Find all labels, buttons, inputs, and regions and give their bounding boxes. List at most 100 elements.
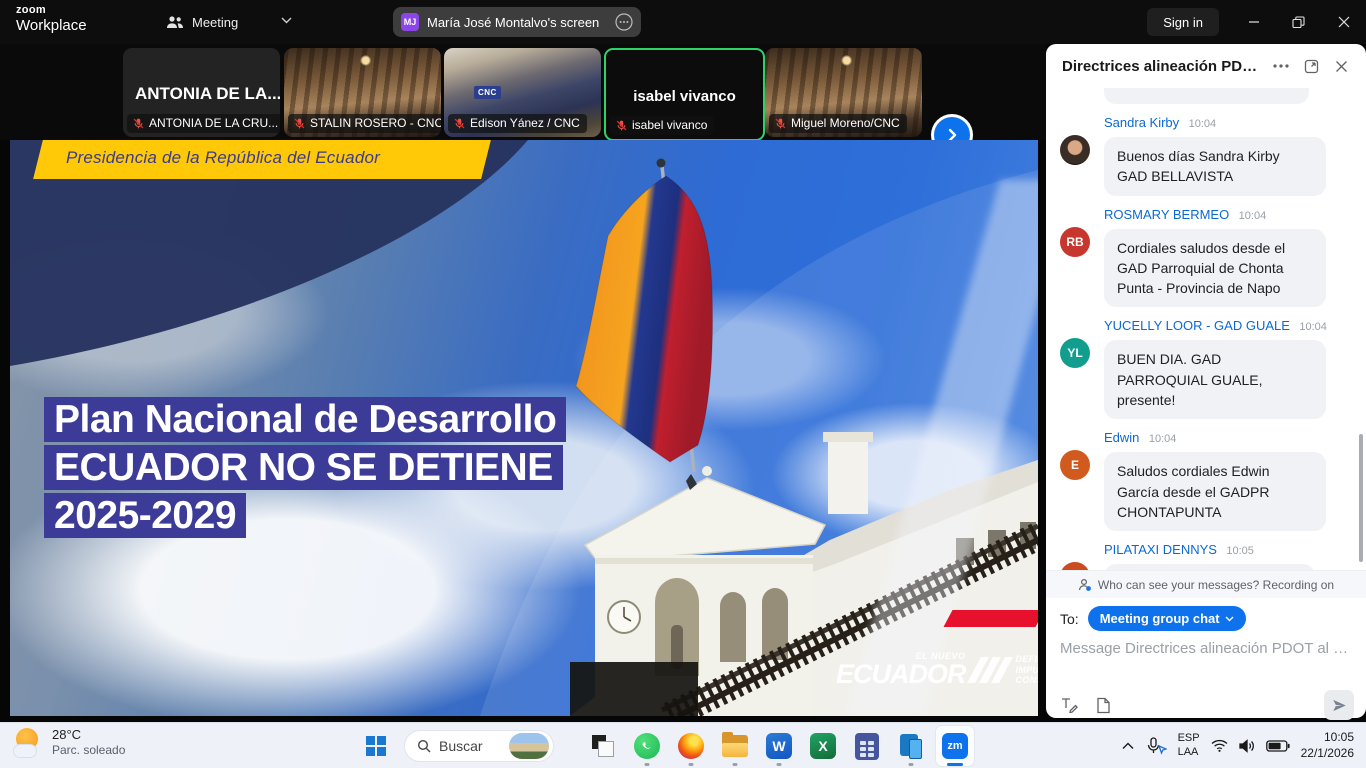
logo-zoom-text: zoom — [16, 5, 87, 16]
red-stripe-graphic — [943, 610, 1038, 627]
minimize-button[interactable] — [1231, 0, 1276, 44]
format-text-icon[interactable] — [1060, 697, 1078, 713]
message-time: 10:04 — [1239, 210, 1267, 222]
taskbar-icon-phone-link[interactable] — [892, 726, 930, 766]
sender-name: Sandra Kirby — [1104, 115, 1179, 130]
video-tile-isabel-active-speaker[interactable]: isabel vivanco isabel vivanco — [604, 48, 765, 141]
video-tile-miguel[interactable]: Miguel Moreno/CNC — [765, 48, 922, 137]
tab-shared-screen[interactable]: MJ María José Montalvo's screen — [393, 7, 641, 37]
clock-time: 10:05 — [1301, 730, 1354, 746]
battery-icon[interactable] — [1266, 740, 1290, 752]
taskbar-icon-calculator[interactable] — [848, 726, 886, 766]
microphone-in-use-icon[interactable] — [1145, 737, 1167, 755]
slide-title-line-2: ECUADOR NO SE DETIENE — [44, 445, 563, 490]
banner-text: Presidencia de la República del Ecuador — [66, 148, 380, 168]
close-chat-icon[interactable] — [1328, 53, 1354, 79]
message-bubble: Buenos días Sandra Kirby GAD BELLAVISTA — [1104, 137, 1326, 196]
calculator-icon — [855, 733, 879, 760]
send-to-row: To: Meeting group chat — [1060, 606, 1246, 631]
logo-tagline: DEFIENDE IMPULSA CONSTRUYE — [1016, 654, 1038, 686]
chat-message: E Edwin 10:04 Saludos cordiales Edwin Ga… — [1060, 429, 1352, 531]
windows-taskbar: 28°C Parc. soleado Buscar W X zm ESP LAA — [0, 722, 1366, 768]
send-to-selector[interactable]: Meeting group chat — [1088, 606, 1246, 631]
muted-mic-icon — [132, 117, 145, 130]
shared-screen-tab-label: María José Montalvo's screen — [427, 15, 607, 30]
ellipsis-circle-icon[interactable] — [615, 13, 633, 31]
chat-title: Directrices alineación PDOT al P... — [1062, 58, 1264, 75]
taskbar-search[interactable]: Buscar — [404, 730, 554, 762]
avatar — [1060, 135, 1090, 165]
taskbar-apps: W X zm — [584, 726, 974, 766]
muted-mic-icon — [453, 117, 466, 130]
chat-toolbar — [1060, 690, 1354, 720]
send-message-button[interactable] — [1324, 690, 1354, 720]
taskbar-icon-file-explorer[interactable] — [716, 726, 754, 766]
participant-name-label: isabel vivanco — [610, 116, 714, 135]
restore-button[interactable] — [1276, 0, 1321, 44]
chat-message: RB ROSMARY BERMEO 10:04 Cordiales saludo… — [1060, 206, 1352, 308]
chevron-down-icon[interactable] — [281, 17, 292, 24]
partial-message-bubble — [1104, 88, 1309, 104]
zoom-workplace-logo: zoom Workplace — [16, 5, 87, 33]
el-nuevo-ecuador-logo: EL NUEVO ECUADOR DEFIENDE IMPULSA CONSTR… — [836, 652, 1038, 688]
recording-notice-text: Who can see your messages? Recording on — [1098, 578, 1334, 592]
avatar: RB — [1060, 227, 1090, 257]
people-icon — [166, 15, 184, 29]
message-time: 10:05 — [1226, 545, 1254, 557]
chat-message: Sandra Kirby 10:04 Buenos días Sandra Ki… — [1060, 114, 1352, 196]
excel-icon: X — [810, 733, 836, 759]
pop-out-icon[interactable] — [1298, 53, 1324, 79]
presidency-banner: Presidencia de la República del Ecuador — [38, 140, 486, 179]
message-bubble: Saludos cordiales Edwin García desde el … — [1104, 452, 1326, 531]
taskbar-icon-zoom[interactable]: zm — [936, 726, 974, 766]
taskbar-clock[interactable]: 10:05 22/1/2026 — [1301, 730, 1354, 761]
taskbar-icon-firefox[interactable] — [672, 726, 710, 766]
participant-name-label: STALIN ROSERO - CNC — [288, 114, 441, 133]
video-tile-antonia[interactable]: ANTONIA DE LA... ANTONIA DE LA CRU... — [123, 48, 280, 137]
wifi-icon[interactable] — [1211, 739, 1228, 752]
taskbar-icon-excel[interactable]: X — [804, 726, 842, 766]
chevron-down-icon — [1225, 616, 1234, 622]
cnc-sign: CNC — [474, 86, 501, 99]
participant-name-label: Miguel Moreno/CNC — [769, 114, 907, 133]
slide-title-line-1: Plan Nacional de Desarrollo — [44, 397, 566, 442]
recording-notice[interactable]: Who can see your messages? Recording on — [1046, 570, 1366, 598]
start-button[interactable] — [366, 736, 386, 756]
logo-workplace-text: Workplace — [16, 18, 87, 33]
partly-sunny-icon — [14, 728, 44, 758]
chat-scrollbar[interactable] — [1359, 434, 1363, 562]
chat-message-input[interactable]: Message Directrices alineación PDOT al P… — [1060, 640, 1352, 657]
to-label: To: — [1060, 611, 1079, 627]
weather-widget[interactable]: 28°C Parc. soleado — [14, 727, 125, 758]
visibility-person-icon — [1078, 578, 1092, 592]
tab-meeting-label: Meeting — [192, 15, 238, 30]
video-tile-edison[interactable]: CNC Edison Yánez / CNC — [444, 48, 601, 137]
sender-name: PILATAXI DENNYS — [1104, 542, 1217, 557]
taskbar-icon-word[interactable]: W — [760, 726, 798, 766]
close-button[interactable] — [1321, 0, 1366, 44]
attach-file-icon[interactable] — [1096, 697, 1111, 714]
muted-mic-icon — [615, 119, 628, 132]
language-indicator[interactable]: ESP LAA — [1178, 732, 1200, 760]
logo-slashes-icon — [974, 657, 1010, 683]
sign-in-button[interactable]: Sign in — [1147, 8, 1219, 36]
file-explorer-icon — [722, 735, 748, 757]
chat-header: Directrices alineación PDOT al P... — [1046, 44, 1366, 88]
zoom-app-icon: zm — [942, 733, 968, 759]
chat-message-list[interactable]: Sandra Kirby 10:04 Buenos días Sandra Ki… — [1046, 88, 1366, 570]
weather-temperature: 28°C — [52, 727, 125, 743]
word-icon: W — [766, 733, 792, 759]
message-bubble: BUEN DIA. GAD PARROQUIAL GUALE, presente… — [1104, 340, 1326, 419]
task-view-button[interactable] — [584, 726, 622, 766]
message-time: 10:04 — [1149, 433, 1177, 445]
more-options-icon[interactable] — [1268, 53, 1294, 79]
participant-display-name: isabel vivanco — [606, 88, 763, 105]
tray-expand-icon[interactable] — [1122, 742, 1134, 750]
message-time: 10:04 — [1299, 321, 1327, 333]
video-tile-stalin[interactable]: STALIN ROSERO - CNC — [284, 48, 441, 137]
volume-icon[interactable] — [1239, 739, 1255, 753]
message-bubble: Cordiales saludos desde el GAD Parroquia… — [1104, 229, 1326, 308]
participant-display-name: ANTONIA DE LA... — [135, 84, 280, 104]
tab-meeting[interactable]: Meeting — [158, 0, 246, 44]
taskbar-icon-whatsapp[interactable] — [628, 726, 666, 766]
